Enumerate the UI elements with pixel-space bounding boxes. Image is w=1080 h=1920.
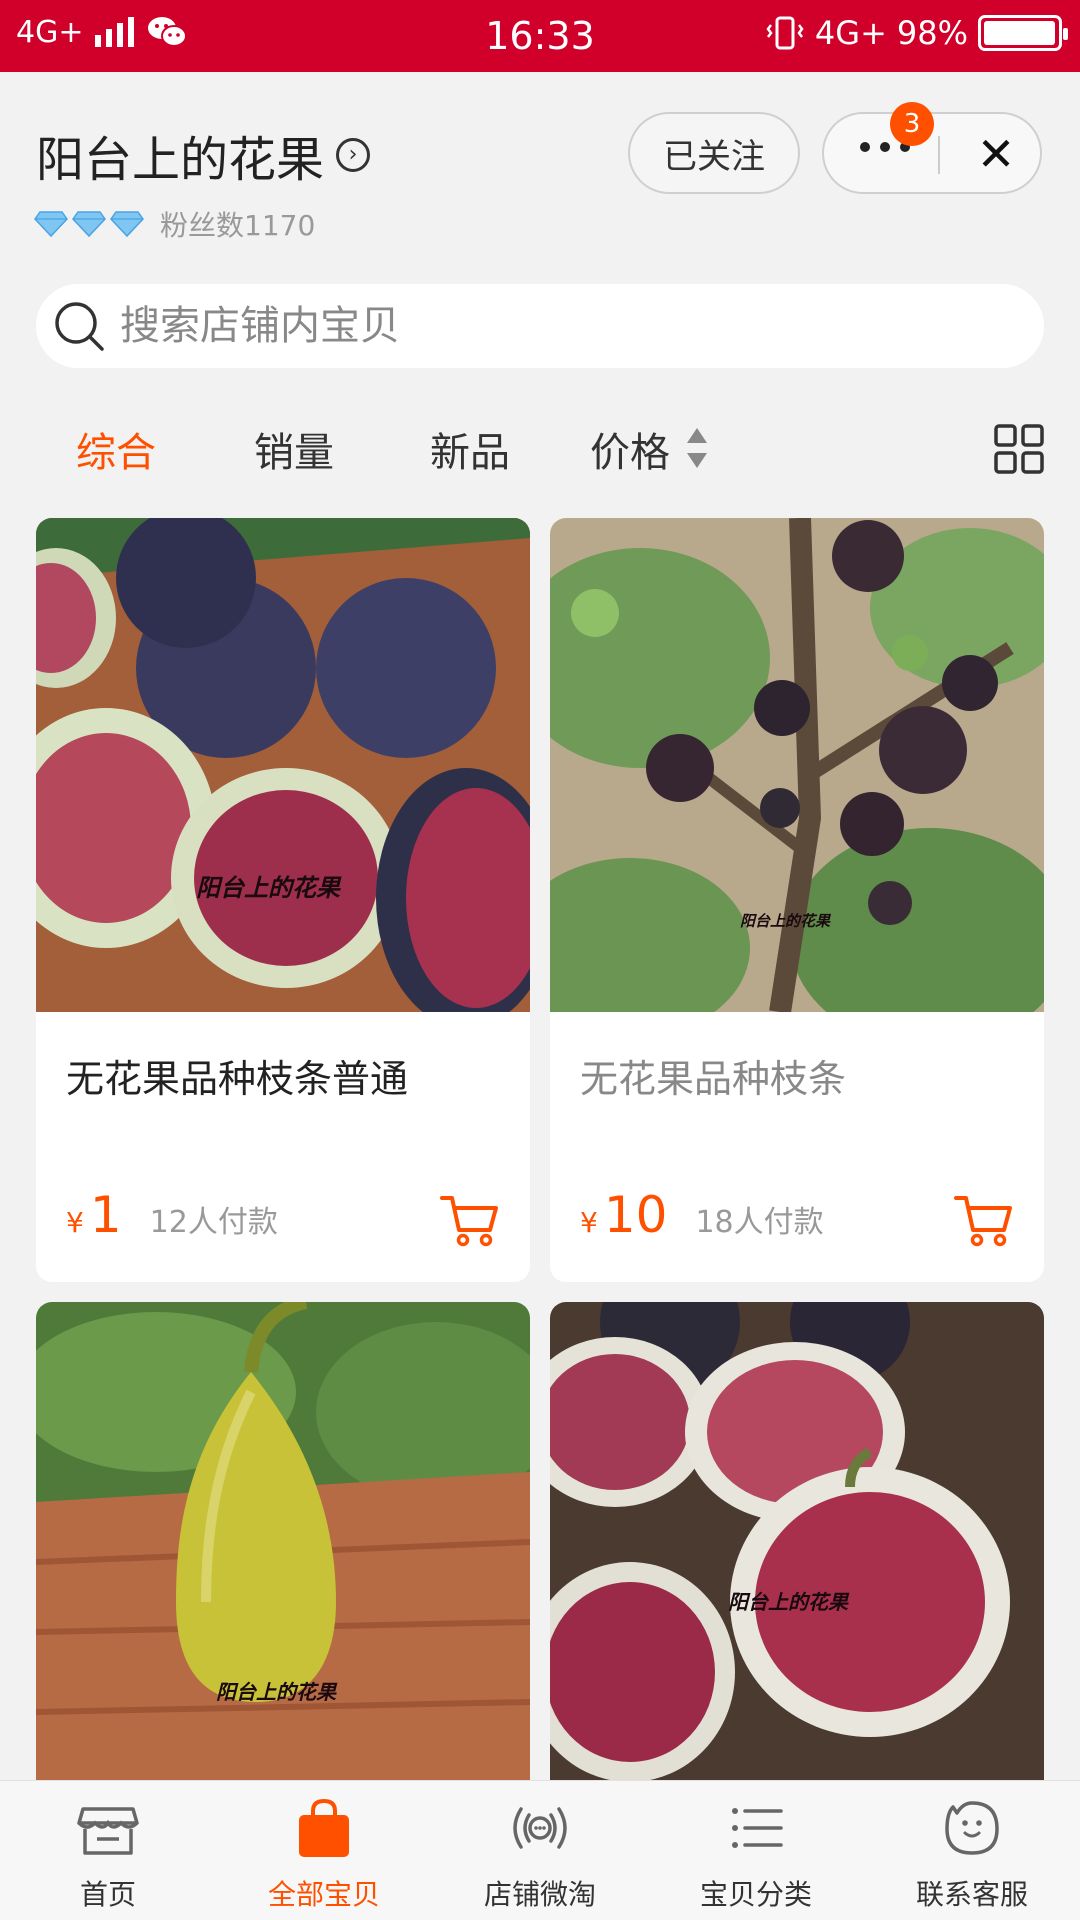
- product-title[interactable]: 无花果品种枝条: [580, 1048, 846, 1103]
- product-image[interactable]: 阳台上的花果: [550, 1302, 1044, 1780]
- product-card[interactable]: 阳台上的花果: [36, 1302, 530, 1780]
- image-watermark: 阳台上的花果: [216, 1680, 336, 1704]
- notification-badge: 3: [890, 102, 934, 146]
- fans-count: 粉丝数1170: [160, 209, 316, 242]
- search-icon: [55, 302, 104, 351]
- bottom-nav: 首页 全部宝贝 店铺微淘 宝贝分类 联系客服: [0, 1780, 1080, 1920]
- nav-categories[interactable]: 宝贝分类: [666, 1795, 846, 1913]
- diamond-icon: [110, 211, 144, 238]
- image-watermark: 阳台上的花果: [728, 1590, 848, 1614]
- nav-customer-service[interactable]: 联系客服: [882, 1795, 1062, 1913]
- search-input[interactable]: [120, 303, 1000, 349]
- nav-label: 店铺微淘: [483, 1878, 596, 1911]
- tab-comprehensive[interactable]: 综合: [76, 420, 156, 478]
- tab-new[interactable]: 新品: [430, 420, 510, 478]
- shop-name[interactable]: 阳台上的花果: [36, 120, 324, 190]
- capsule-divider: [938, 136, 940, 174]
- image-watermark: 阳台上的花果: [196, 873, 340, 902]
- search-bar[interactable]: [36, 284, 1044, 368]
- product-card[interactable]: 阳台上的花果 无花果品种枝条普通 ¥ 1 12人付款: [36, 518, 530, 1282]
- cart-icon[interactable]: [954, 1192, 1014, 1248]
- nav-label: 联系客服: [915, 1878, 1028, 1911]
- battery-percent: 98%: [896, 14, 968, 52]
- follow-button[interactable]: 已关注: [628, 112, 800, 194]
- product-image[interactable]: 阳台上的花果: [36, 1302, 530, 1780]
- nav-home[interactable]: 首页: [18, 1795, 198, 1913]
- sold-count: 12人付款: [149, 1205, 278, 1240]
- chevron-right-icon[interactable]: ›: [336, 138, 371, 172]
- cart-icon[interactable]: [440, 1192, 500, 1248]
- network-label-right: 4G+: [814, 14, 887, 52]
- vibrate-icon: [766, 16, 804, 50]
- product-card[interactable]: 阳台上的花果 无花果品种枝条 ¥ 10 18人付款: [550, 518, 1044, 1282]
- status-bar: 4G+ 16:33 4G+ 98%: [0, 0, 1080, 72]
- product-title[interactable]: 无花果品种枝条普通: [66, 1048, 408, 1103]
- price-row: ¥ 10 18人付款: [580, 1186, 824, 1244]
- tab-price[interactable]: 价格: [590, 420, 670, 478]
- currency-symbol: ¥: [66, 1206, 84, 1239]
- battery-icon: [978, 15, 1068, 51]
- sort-arrows-icon[interactable]: [686, 426, 708, 470]
- nav-weitao[interactable]: 店铺微淘: [450, 1795, 630, 1913]
- nav-all-items[interactable]: 全部宝贝: [234, 1795, 414, 1913]
- product-price: 1: [89, 1186, 122, 1244]
- shopping-bag-icon: [299, 1798, 349, 1857]
- diamond-icon: [34, 211, 68, 238]
- grid-view-icon[interactable]: [994, 424, 1044, 474]
- price-row: ¥ 1 12人付款: [66, 1186, 278, 1244]
- nav-label: 首页: [79, 1878, 136, 1911]
- list-icon: [732, 1808, 783, 1848]
- product-price: 10: [603, 1186, 668, 1244]
- product-card[interactable]: 阳台上的花果: [550, 1302, 1044, 1780]
- image-watermark: 阳台上的花果: [740, 912, 831, 930]
- product-image[interactable]: 阳台上的花果: [550, 518, 1044, 1012]
- shop-rating: [34, 210, 144, 238]
- diamond-icon: [72, 211, 106, 238]
- broadcast-icon: [513, 1807, 567, 1849]
- sort-tabs: 综合 销量 新品 价格: [0, 420, 1080, 480]
- nav-label: 宝贝分类: [699, 1878, 812, 1911]
- store-icon: [77, 1807, 139, 1855]
- close-icon[interactable]: ✕: [968, 126, 1024, 182]
- tab-sales[interactable]: 销量: [254, 420, 334, 478]
- chat-face-icon: [945, 1801, 999, 1855]
- sold-count: 18人付款: [695, 1205, 824, 1240]
- nav-label: 全部宝贝: [267, 1878, 380, 1911]
- product-image[interactable]: 阳台上的花果: [36, 518, 530, 1012]
- currency-symbol: ¥: [580, 1206, 598, 1239]
